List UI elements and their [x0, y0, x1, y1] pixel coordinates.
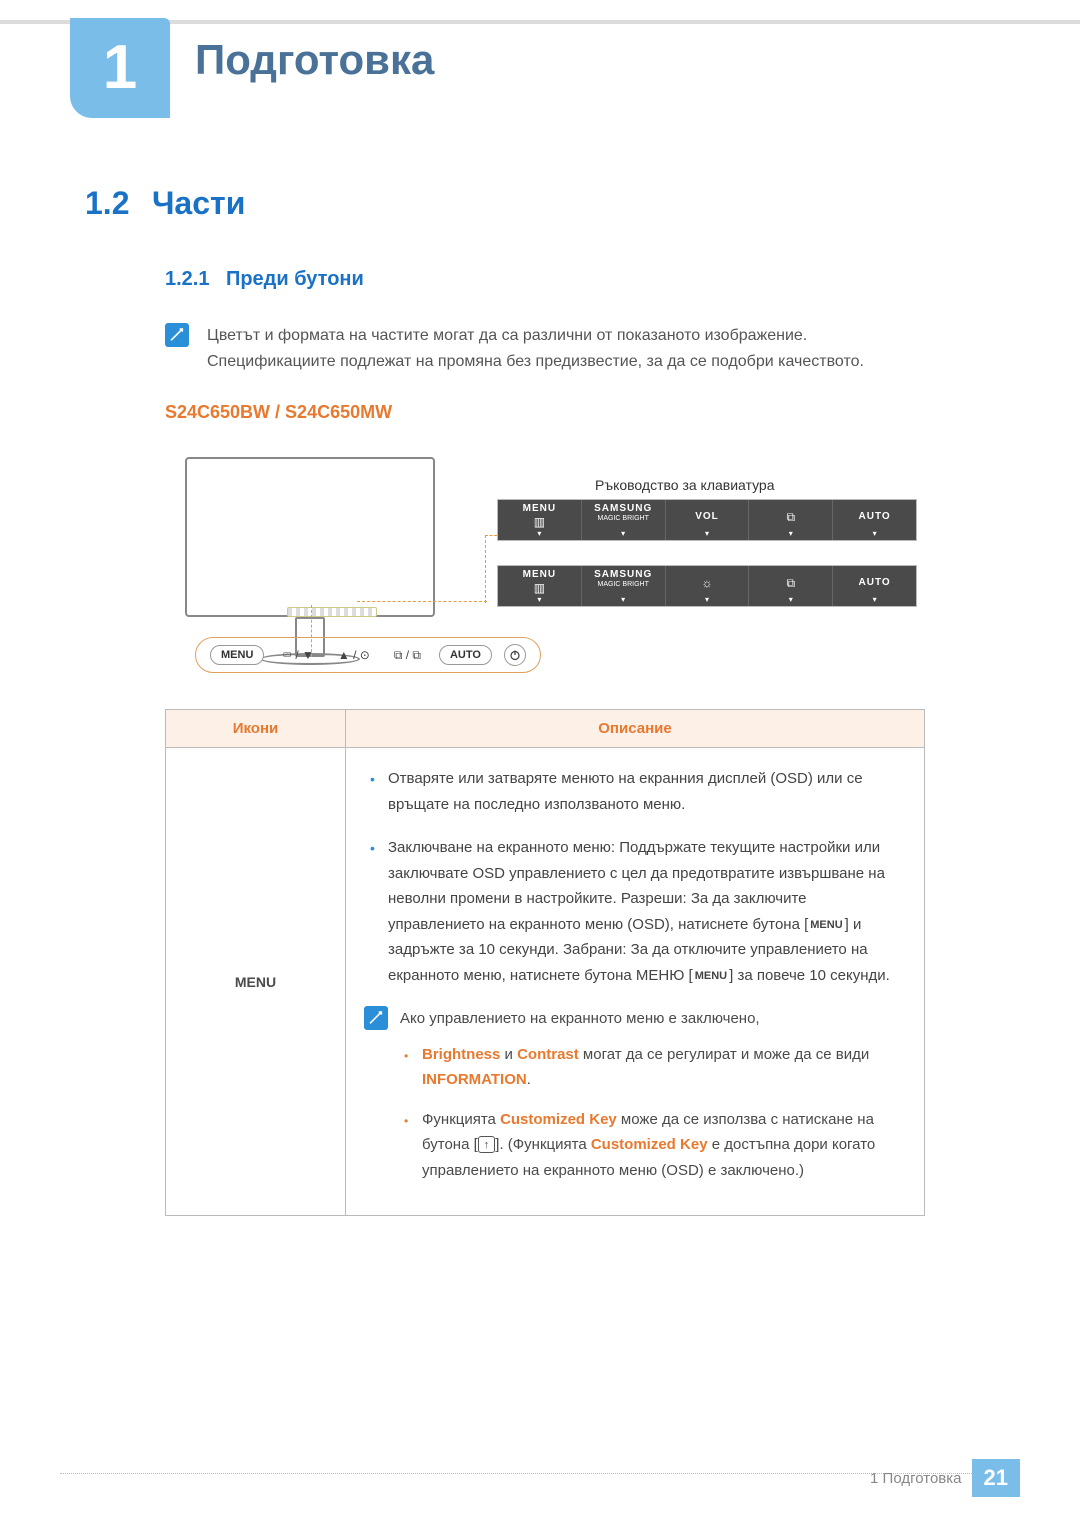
note-icon: [364, 1006, 388, 1030]
section-heading: 1.2 Части: [85, 185, 995, 222]
kp-cell-menu: MENU▥▾: [498, 566, 582, 606]
th-desc: Описание: [346, 710, 925, 748]
th-icons: Икони: [166, 710, 346, 748]
chapter-title: Подготовка: [195, 36, 434, 84]
kp-cell-auto: AUTO▾: [833, 566, 916, 606]
menu-button: MENU: [210, 645, 264, 665]
kp-cell-magicbright: SAMSUNGMAGIC BRIGHT▾: [582, 566, 666, 606]
monitor-front-buttons: [287, 607, 377, 617]
kp-cell-auto: AUTO▾: [833, 500, 916, 540]
button-row: MENU ⮹ / ▼ ▲ / ⊙ ⧉ / ⧉ AUTO: [195, 637, 541, 673]
note-intro: Ако управлението на екранното меню е зак…: [400, 1006, 904, 1032]
key-panel-2: MENU▥▾ SAMSUNGMAGIC BRIGHT▾ ☼▾ ⧉▾ AUTO▾: [497, 565, 917, 607]
custom-down-button: ⮹ / ▼: [276, 645, 319, 666]
callout-line: [485, 535, 486, 603]
chapter-number-badge: 1: [70, 18, 170, 118]
kp-cell-menu: MENU▥▾: [498, 500, 582, 540]
sub-bullet-brightness: Brightness и Contrast могат да се регули…: [400, 1042, 904, 1093]
note-text: Цветът и формата на частите могат да са …: [207, 323, 864, 374]
subsection-heading: 1.2.1 Преди бутони: [165, 268, 995, 291]
row-icon-menu: MENU: [166, 748, 346, 1216]
row-desc: Отваряте или затваряте менюто на екранни…: [346, 748, 925, 1216]
section-body: 1.2 Части 1.2.1 Преди бутони Цветът и фо…: [85, 185, 995, 1216]
subsection-title: Преди бутони: [226, 268, 364, 290]
monitor-outline: [185, 457, 435, 617]
custom-key-icon: [478, 1136, 496, 1153]
icons-table: Икони Описание MENU Отваряте или затваря…: [165, 709, 925, 1216]
note-icon: [165, 323, 189, 347]
page-number: 21: [972, 1459, 1020, 1497]
power-button: [504, 644, 526, 666]
kp-cell-source: ⧉▾: [749, 500, 833, 540]
footer: 1 Подготовка 21: [870, 1459, 1020, 1497]
up-enter-button: ▲ / ⊙: [332, 645, 376, 665]
sub-bullet-customized-key: Функцията Customized Key може да се изпо…: [400, 1107, 904, 1184]
note-line-2: Спецификациите подлежат на промяна без п…: [207, 349, 864, 375]
callout-line: [485, 535, 497, 536]
bullet-open-close: Отваряте или затваряте менюто на екранни…: [366, 766, 904, 817]
kp-cell-brightness: ☼▾: [666, 566, 750, 606]
kp-cell-vol: VOL▾: [666, 500, 750, 540]
section-number: 1.2: [85, 185, 129, 222]
footer-text: 1 Подготовка: [870, 1470, 971, 1487]
auto-button: AUTO: [439, 645, 492, 665]
keyboard-guide-title: Ръководство за клавиатура: [595, 477, 775, 493]
bullet-lock: Заключване на екранното меню: Поддържате…: [366, 835, 904, 988]
callout-line: [357, 601, 487, 602]
kp-cell-source: ⧉▾: [749, 566, 833, 606]
key-panel-1: MENU▥▾ SAMSUNGMAGIC BRIGHT▾ VOL▾ ⧉▾ AUTO…: [497, 499, 917, 541]
model-heading: S24C650BW / S24C650MW: [165, 402, 995, 423]
note-block: Цветът и формата на частите могат да са …: [165, 323, 995, 374]
inner-note: Ако управлението на екранното меню е зак…: [364, 1006, 904, 1197]
table-row: MENU Отваряте или затваряте менюто на ек…: [166, 748, 925, 1216]
diagram: Ръководство за клавиатура MENU▥▾ SAMSUNG…: [165, 447, 925, 687]
subsection-number: 1.2.1: [165, 268, 209, 290]
kp-cell-magicbright: SAMSUNGMAGIC BRIGHT▾: [582, 500, 666, 540]
section-title: Части: [152, 185, 245, 222]
note-line-1: Цветът и формата на частите могат да са …: [207, 323, 864, 349]
source-button: ⧉ / ⧉: [388, 645, 427, 666]
